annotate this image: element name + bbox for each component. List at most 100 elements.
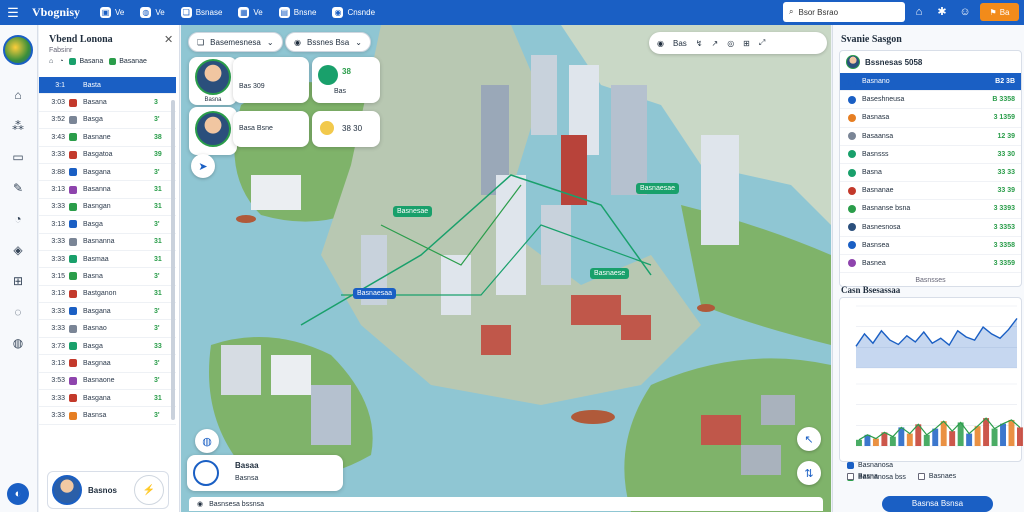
edit-icon[interactable]: ✎ (10, 180, 26, 196)
list-item[interactable]: 3:53 Basnaone 3' (39, 373, 176, 391)
filter-select[interactable]: ◉ Bssnes Bsa ⌄ (285, 32, 371, 52)
list-item[interactable]: 3:33 Basnao 3' (39, 320, 176, 338)
list-item[interactable]: 3:33 Basgatoa 39 (39, 147, 176, 164)
tree-icon[interactable]: ⊞ (10, 273, 26, 289)
badge-icon[interactable]: ⚡ (134, 475, 164, 505)
compass-icon[interactable]: ➤ (191, 154, 215, 178)
map-icon[interactable]: ⌂ (10, 87, 26, 103)
map-label[interactable]: Basnaesaa (353, 288, 397, 299)
list-item[interactable]: 3:33 Basmaa 31 (39, 251, 176, 269)
profile-card[interactable]: Basnos ⚡ (47, 471, 169, 509)
map-label[interactable]: Basnaesae (636, 183, 680, 194)
stat-card[interactable]: 38 Bas (312, 57, 380, 103)
shield-icon[interactable]: ◈ (10, 242, 26, 258)
list-item[interactable]: 3:88 Basgana 3' (39, 164, 176, 182)
folder-icon[interactable]: ▭ (10, 149, 26, 165)
list-item[interactable]: 3:13 Basga 3' (39, 216, 176, 234)
list-item[interactable]: 3:33 Basngan 31 (39, 199, 176, 217)
checkbox[interactable]: Basnaes (917, 473, 956, 480)
list-item[interactable]: Basnanae 33 39 (840, 182, 1021, 201)
person-card[interactable] (189, 107, 237, 155)
info-card[interactable]: Bas 309 (233, 57, 309, 103)
nav-item-briefcase[interactable]: ▤ Bnsne (278, 7, 316, 18)
list-item[interactable]: 3:1 Basta (39, 77, 176, 95)
locate-icon[interactable]: ◉ (657, 39, 664, 48)
list-item[interactable]: 3:52 Basga 3' (39, 112, 176, 130)
home-icon[interactable]: ⌂ (912, 5, 926, 19)
list-item[interactable]: Basnea 3 3359 (840, 255, 1021, 274)
map-label[interactable]: Basnesae (393, 206, 433, 217)
list-item[interactable]: 3:15 Basna 3' (39, 268, 176, 286)
nav-item-settings[interactable]: ◉ Cnsnde (332, 7, 375, 18)
map-label[interactable]: Basnaese (590, 268, 630, 279)
summary-card[interactable]: Basaa Basnsa (187, 455, 343, 491)
user-icon[interactable]: ☺ (958, 5, 972, 19)
scrollbar[interactable] (171, 100, 175, 420)
checkbox[interactable]: Basna (847, 473, 878, 480)
filter-home-icon[interactable]: ⌂ (49, 58, 53, 65)
list-item[interactable]: 3:13 Basgnaa 3' (39, 355, 176, 373)
item-icon (848, 259, 856, 268)
share-icon[interactable]: ↗ (711, 39, 718, 48)
dashboard-icon: ▣ (100, 7, 112, 18)
summary-sub: Basnsa (235, 475, 259, 482)
list-item[interactable]: 3:43 Basnane 38 (39, 129, 176, 147)
list-item[interactable]: Basnasa 3 1359 (840, 109, 1021, 128)
list-item[interactable]: 3:13 Basanna 31 (39, 181, 176, 199)
network-icon[interactable]: ⁂ (10, 118, 26, 134)
action-button[interactable]: ⚑ Ba (980, 3, 1019, 21)
search-input[interactable]: ⌕ Bsor Bsrao (783, 2, 905, 22)
list-item[interactable]: Basna 33 33 (840, 164, 1021, 183)
list-item[interactable]: Basnanse bsna 3 3393 (840, 200, 1021, 219)
summary-title: Basaa (235, 461, 259, 470)
list-item[interactable]: 3:33 Basgana 3' (39, 303, 176, 321)
route-icon[interactable]: ↯ (696, 39, 703, 48)
nav-item-grid[interactable]: ▦ Ve (238, 7, 263, 18)
list-item[interactable]: Baseshneusa B 3358 (840, 91, 1021, 110)
list-item[interactable]: 3:33 Basnsa 3' (39, 407, 176, 425)
legend-swatch (847, 462, 854, 469)
list-item[interactable]: 3:13 Bastganon 31 (39, 286, 176, 304)
coin-icon[interactable]: ◎ (727, 39, 734, 48)
close-icon[interactable]: ✕ (164, 33, 173, 46)
globe-icon[interactable]: ◍ (195, 429, 219, 453)
notification-icon[interactable]: ✱ (935, 5, 949, 19)
item-label: Basnaone (83, 377, 115, 385)
expand-icon[interactable]: ⤢ (759, 38, 765, 48)
card-footer[interactable]: Basnsses (840, 277, 1021, 284)
zoom-icon[interactable]: ⇅ (797, 461, 821, 485)
app-logo[interactable] (3, 35, 33, 65)
list-item[interactable]: Basaansa 12 39 (840, 128, 1021, 146)
filter-chip[interactable]: Basana (69, 58, 103, 65)
nav-item-layers[interactable]: ❏ Bsnase (180, 7, 222, 18)
alert-icon[interactable]: ◍ (10, 335, 26, 351)
info-card[interactable]: Basa Bsne (233, 111, 309, 147)
item-icon (848, 186, 856, 195)
filter-chip[interactable]: Basanae (109, 58, 147, 65)
list-item[interactable]: 3:73 Basga 33 (39, 338, 176, 356)
help-icon[interactable]: ◐ (7, 483, 29, 505)
grid-icon[interactable]: ⊞ (743, 39, 750, 48)
list-item[interactable]: 3:03 Basana 3 (39, 94, 176, 112)
item-time: 3:1 (55, 81, 65, 89)
nav-item-globe[interactable]: ◍ Ve (140, 7, 165, 18)
list-item[interactable]: Basnsss 33 30 (840, 146, 1021, 164)
stat-card[interactable]: 38 30 (312, 111, 380, 147)
nav-item-dashboard[interactable]: ▣ Ve (100, 7, 124, 18)
item-value: 3 3359 (993, 259, 1015, 267)
chat-icon[interactable]: ◌ (10, 304, 26, 320)
list-item[interactable]: Basnano B2 3B (840, 73, 1021, 92)
pointer-icon[interactable]: ↖ (797, 427, 821, 451)
person-card[interactable]: Basna (189, 57, 237, 105)
item-label: Basgana (83, 394, 111, 402)
menu-icon[interactable]: ☰ (0, 0, 26, 25)
list-item[interactable]: Basnesnosa 3 3353 (840, 219, 1021, 237)
list-item[interactable]: 3:33 Basnanna 31 (39, 234, 176, 251)
primary-button[interactable]: Basnsa Bsnsa (882, 496, 993, 512)
time-icon[interactable]: ◔ (10, 211, 26, 227)
filter-clock-icon[interactable]: ◔ (59, 58, 63, 65)
map-view[interactable]: ❏ Basemesnesa ⌄ ◉ Bssnes Bsa ⌄ Basna Bas 309… (181, 25, 831, 512)
layer-select[interactable]: ❏ Basemesnesa ⌄ (188, 32, 283, 52)
list-item[interactable]: 3:33 Basgana 31 (39, 390, 176, 408)
list-item[interactable]: Basnsea 3 3358 (840, 237, 1021, 255)
